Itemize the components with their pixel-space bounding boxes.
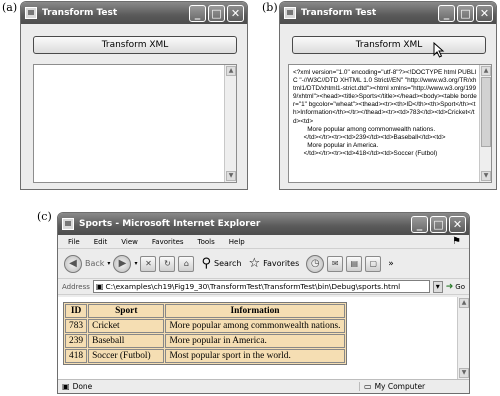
menu-edit[interactable]: Edit	[92, 237, 110, 247]
status-zone-label: My Computer	[374, 382, 426, 391]
table-cell: More popular among commonwealth nations.	[165, 319, 345, 333]
page-scrollbar[interactable]: ▲ ▼	[457, 297, 469, 379]
menu-file[interactable]: File	[66, 237, 82, 247]
mouse-cursor-icon	[433, 42, 445, 58]
scroll-thumb[interactable]	[481, 77, 491, 147]
minimize-icon[interactable]: _	[411, 215, 428, 233]
go-arrow-icon[interactable]: ➜	[446, 282, 454, 292]
back-label: Back	[85, 259, 105, 268]
search-button[interactable]: ⚲ Search	[201, 256, 241, 271]
search-icon: ⚲	[201, 256, 211, 271]
panel-label-c: (c)	[37, 210, 52, 223]
table-cell: 239	[65, 334, 88, 348]
minimize-icon[interactable]: _	[189, 4, 206, 22]
window-title: Transform Test	[301, 8, 377, 18]
app-icon	[25, 7, 37, 19]
menu-bar: File Edit View Favorites Tools Help ⚑	[58, 235, 469, 249]
print-icon[interactable]: ▤	[346, 255, 363, 272]
done-page-icon: ▣	[62, 382, 70, 391]
scroll-down-icon[interactable]: ▼	[481, 171, 491, 181]
page-icon: ▣	[95, 282, 104, 291]
forward-button[interactable]: ▶ ▾	[113, 254, 137, 273]
refresh-icon[interactable]: ↻	[159, 255, 176, 272]
output-textbox[interactable]: ▲ ▼	[33, 64, 237, 183]
title-bar: Transform Test _ □ ✕	[21, 2, 247, 24]
menu-view[interactable]: View	[119, 237, 140, 247]
output-textbox[interactable]: <?xml version="1.0" encoding="utf-8"?><!…	[288, 64, 492, 183]
table-row: 418 Soccer (Futbol) Most popular sport i…	[65, 349, 345, 363]
address-value: C:\examples\ch19\Fig19_30\TransformTest\…	[105, 282, 401, 291]
app-icon	[284, 7, 296, 19]
window-a: Transform Test _ □ ✕ Transform XML ▲ ▼	[20, 1, 248, 190]
window-title: Sports - Microsoft Internet Explorer	[79, 219, 261, 229]
table-cell: 783	[65, 319, 88, 333]
home-icon[interactable]: ⌂	[178, 255, 195, 272]
status-bar: ▣ Done ▭ My Computer	[58, 379, 469, 393]
back-arrow-icon: ◀	[64, 254, 82, 273]
table-cell: Cricket	[88, 319, 165, 333]
table-header: Information	[165, 304, 345, 318]
menu-tools[interactable]: Tools	[196, 237, 217, 247]
stop-icon[interactable]: ✕	[140, 255, 157, 272]
maximize-icon[interactable]: □	[430, 215, 447, 233]
table-row: 783 Cricket More popular among commonwea…	[65, 319, 345, 333]
table-cell: Baseball	[88, 334, 165, 348]
window-c: Sports - Microsoft Internet Explorer _ □…	[57, 212, 470, 394]
go-button[interactable]: Go	[455, 283, 465, 291]
table-cell: More popular in America.	[165, 334, 345, 348]
table-cell: Soccer (Futbol)	[88, 349, 165, 363]
address-label: Address	[62, 282, 90, 291]
table-row: 239 Baseball More popular in America.	[65, 334, 345, 348]
title-bar: Sports - Microsoft Internet Explorer _ □…	[58, 213, 469, 235]
minimize-icon[interactable]: _	[438, 4, 455, 22]
status-text: Done	[72, 382, 93, 391]
page-content: ID Sport Information 783 Cricket More po…	[58, 297, 457, 381]
sports-table: ID Sport Information 783 Cricket More po…	[63, 302, 347, 365]
transform-xml-button[interactable]: Transform XML	[292, 36, 486, 54]
favorites-label: Favorites	[263, 259, 300, 268]
windows-logo-icon: ⚑	[452, 236, 461, 247]
output-text: <?xml version="1.0" encoding="utf-8"?><!…	[293, 69, 477, 157]
panel-label-a: (a)	[2, 1, 18, 14]
scroll-up-icon[interactable]: ▲	[226, 66, 236, 76]
forward-arrow-icon: ▶	[113, 254, 132, 273]
history-icon[interactable]: ◷	[306, 254, 325, 273]
window-b: Transform Test _ □ ✕ Transform XML <?xml…	[279, 1, 497, 190]
maximize-icon[interactable]: □	[208, 4, 225, 22]
scroll-up-icon[interactable]: ▲	[481, 66, 491, 76]
vertical-scrollbar[interactable]: ▲ ▼	[479, 65, 491, 182]
toolbar: ◀ Back ▾ ▶ ▾ ✕ ↻ ⌂ ⚲ Search ☆ Favorites …	[58, 249, 469, 279]
panel-label-b: (b)	[262, 1, 278, 14]
menu-help[interactable]: Help	[227, 237, 247, 247]
address-input[interactable]: ▣ C:\examples\ch19\Fig19_30\TransformTes…	[92, 280, 430, 293]
address-bar: Address ▣ C:\examples\ch19\Fig19_30\Tran…	[58, 279, 469, 295]
address-dropdown-icon[interactable]: ▾	[432, 280, 443, 293]
edit-icon[interactable]: ▢	[365, 255, 382, 272]
back-button[interactable]: ◀ Back ▾	[64, 254, 110, 273]
favorites-button[interactable]: ☆ Favorites	[248, 256, 299, 271]
scroll-up-icon[interactable]: ▲	[459, 298, 469, 308]
mail-icon[interactable]: ✉	[327, 255, 344, 272]
table-cell: 418	[65, 349, 88, 363]
scroll-down-icon[interactable]: ▼	[459, 368, 469, 378]
close-icon[interactable]: ✕	[476, 4, 493, 22]
search-label: Search	[213, 259, 242, 268]
close-icon[interactable]: ✕	[449, 215, 466, 233]
scroll-down-icon[interactable]: ▼	[226, 171, 236, 181]
close-icon[interactable]: ✕	[227, 4, 244, 22]
transform-xml-button[interactable]: Transform XML	[33, 36, 237, 54]
ie-icon	[62, 218, 74, 230]
table-header: ID	[65, 304, 88, 318]
status-zone: ▭ My Computer	[359, 382, 469, 391]
maximize-icon[interactable]: □	[457, 4, 474, 22]
table-cell: Most popular sport in the world.	[165, 349, 345, 363]
menu-favorites[interactable]: Favorites	[150, 237, 186, 247]
favorites-star-icon: ☆	[248, 256, 261, 271]
vertical-scrollbar[interactable]: ▲ ▼	[224, 65, 236, 182]
window-title: Transform Test	[42, 8, 118, 18]
computer-icon: ▭	[364, 382, 372, 391]
table-header: Sport	[88, 304, 165, 318]
toolbar-overflow-icon[interactable]: »	[388, 259, 394, 269]
title-bar: Transform Test _ □ ✕	[280, 2, 496, 24]
